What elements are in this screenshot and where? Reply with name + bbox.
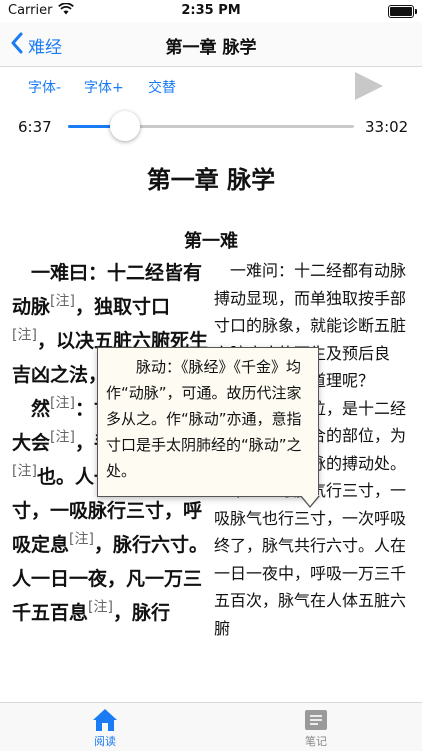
section-title: 第一难 [184,231,238,252]
tab-read-label: 阅读 [94,735,116,748]
tab-notes[interactable]: 笔记 [276,707,356,749]
play-button[interactable] [352,70,386,102]
popup-pointer [300,495,320,508]
status-bar: Carrier 2:35 PM [0,0,422,22]
note-marker[interactable]: [注] [50,430,75,446]
battery-icon [388,5,417,18]
elapsed-time: 6:37 [18,118,52,136]
notebook-icon [305,710,327,730]
annotation-text: 脉动：《脉经》《千金》均作“动脉”，可通。故历代注家多从之。作“脉动”亦通，意指… [106,358,302,480]
note-marker[interactable]: [注] [50,396,75,412]
original-text: ，脉行 [112,602,170,624]
total-time: 33:02 [365,118,409,136]
note-marker[interactable]: [注] [12,328,37,344]
original-text: ，独取寸口 [74,296,170,318]
tab-bar: 阅读 笔记 [0,702,422,751]
navigation-bar: 难经 第一章 脉学 [0,22,422,67]
play-icon [355,72,383,100]
alternate-button[interactable]: 交替 [148,77,176,97]
font-larger-button[interactable]: 字体+ [84,77,124,97]
original-text: 然 [31,398,51,420]
font-smaller-button[interactable]: 字体- [28,77,61,97]
chapter-title: 第一章 脉学 [146,166,276,194]
nav-title: 第一章 脉学 [165,38,257,58]
status-time: 2:35 PM [181,3,241,18]
home-icon [93,709,117,731]
progress-thumb[interactable] [110,111,141,141]
note-marker[interactable]: [注] [88,600,113,616]
annotation-popup: 脉动：《脉经》《千金》均作“动脉”，可通。故历代注家多从之。作“脉动”亦通，意指… [97,347,319,497]
tab-read[interactable]: 阅读 [65,707,145,749]
note-marker[interactable]: [注] [50,294,75,310]
tab-notes-label: 笔记 [305,735,327,748]
note-marker[interactable]: [注] [12,464,37,480]
note-marker[interactable]: [注] [69,532,94,548]
